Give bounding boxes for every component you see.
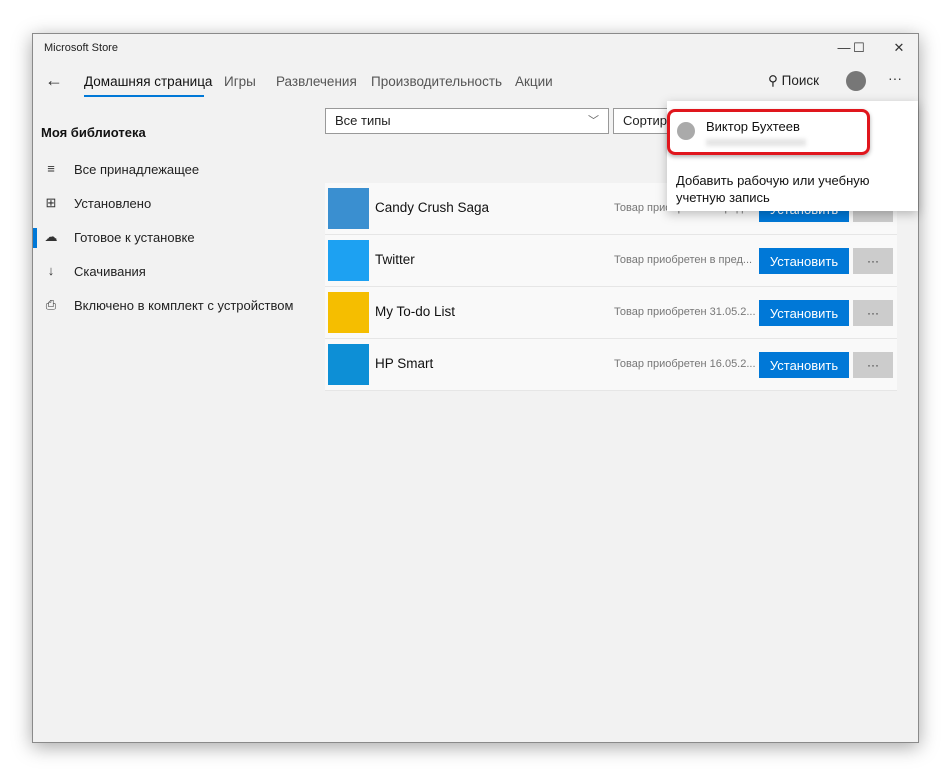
cloud-download-icon: ☁ — [44, 229, 58, 244]
app-icon — [328, 344, 369, 385]
search-icon: ⚲ — [768, 73, 782, 88]
app-more-button[interactable]: ··· — [853, 300, 893, 326]
app-row[interactable]: Twitter Товар приобретен в пред... Устан… — [325, 235, 897, 287]
grid-icon: ⊞ — [45, 195, 57, 210]
install-button[interactable]: Установить — [759, 248, 849, 274]
app-more-button[interactable]: ··· — [853, 352, 893, 378]
tab-games[interactable]: Игры — [224, 74, 256, 89]
tab-home[interactable]: Домашняя страница — [84, 74, 212, 89]
sidebar-item-all-owned[interactable]: ≡ Все принадлежащее — [33, 155, 313, 185]
sidebar-item-downloads[interactable]: ↓ Скачивания — [33, 257, 313, 287]
sidebar-item-label: Готовое к установке — [74, 230, 195, 245]
type-filter-value: Все типы — [335, 113, 391, 128]
tab-entertainment[interactable]: Развлечения — [276, 74, 357, 89]
app-icon — [328, 240, 369, 281]
app-row[interactable]: HP Smart Товар приобретен 16.05.2... Уст… — [325, 339, 897, 391]
sidebar-item-bundled[interactable]: ⎙ Включено в комплект с устройством — [33, 291, 313, 321]
user-avatar-icon — [677, 122, 695, 140]
app-status: Товар приобретен 31.05.2... — [614, 306, 756, 318]
app-more-button[interactable]: ··· — [853, 248, 893, 274]
account-menu: Виктор Бухтеев Добавить рабочую или учеб… — [667, 101, 918, 211]
install-button[interactable]: Установить — [759, 352, 849, 378]
tab-deals[interactable]: Акции — [515, 74, 553, 89]
tab-productivity[interactable]: Производительность — [371, 74, 502, 89]
app-name: HP Smart — [375, 356, 434, 371]
search-label: Поиск — [781, 73, 820, 88]
account-user-name[interactable]: Виктор Бухтеев — [706, 119, 800, 134]
blurred-email — [706, 139, 806, 146]
app-name: My To-do List — [375, 304, 456, 319]
list-icon: ≡ — [47, 161, 55, 176]
chevron-down-icon: ﹀ — [588, 115, 599, 127]
install-button[interactable]: Установить — [759, 300, 849, 326]
library-heading: Моя библиотека — [41, 125, 146, 140]
app-status: Товар приобретен 16.05.2... — [614, 358, 756, 370]
app-name: Candy Crush Saga — [375, 200, 490, 215]
sort-value: Сортир — [623, 113, 668, 128]
app-icon — [328, 188, 369, 229]
sidebar-item-ready-to-install[interactable]: ☁ Готовое к установке — [33, 223, 313, 253]
close-button[interactable]: ✕ — [884, 36, 914, 60]
maximize-button[interactable]: ☐ — [844, 36, 874, 60]
app-name: Twitter — [375, 252, 415, 267]
active-indicator — [33, 228, 37, 248]
app-status: Товар приобретен в пред... — [614, 254, 753, 266]
gift-icon: ⎙ — [45, 297, 57, 312]
sidebar-item-label: Скачивания — [74, 264, 146, 279]
app-icon — [328, 292, 369, 333]
avatar-button[interactable] — [846, 71, 866, 91]
sidebar-item-label: Установлено — [74, 196, 152, 211]
more-menu-button[interactable]: ··· — [888, 70, 902, 86]
active-tab-underline — [84, 95, 204, 97]
microsoft-store-window: Microsoft Store — ☐ ✕ ← Домашняя страниц… — [32, 33, 919, 743]
back-arrow-icon[interactable]: ← — [45, 70, 63, 91]
sidebar-item-label: Включено в комплект с устройством — [74, 298, 294, 313]
window-title: Microsoft Store — [44, 42, 118, 54]
type-filter-dropdown[interactable]: Все типы ﹀ — [325, 108, 609, 134]
app-row[interactable]: My To-do List Товар приобретен 31.05.2..… — [325, 287, 897, 339]
add-work-account-link[interactable]: Добавить рабочую или учебную учетную зап… — [676, 172, 886, 206]
sidebar-item-installed[interactable]: ⊞ Установлено — [33, 189, 313, 219]
download-icon: ↓ — [47, 263, 55, 278]
sidebar-item-label: Все принадлежащее — [74, 162, 200, 177]
search-button[interactable]: ⚲ Поиск — [768, 73, 819, 89]
